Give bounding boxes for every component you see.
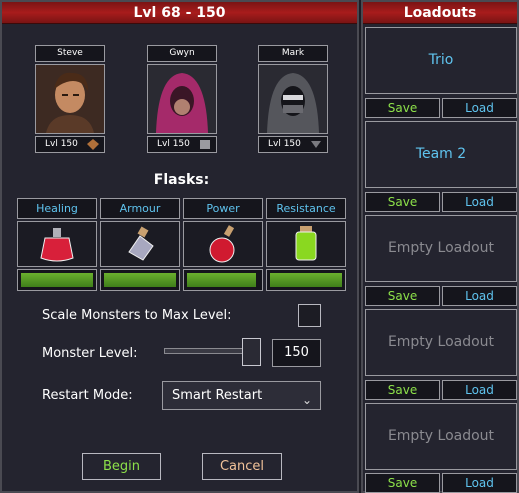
- loadout-load-button[interactable]: Load: [442, 473, 517, 493]
- character-name: Steve: [35, 45, 105, 62]
- loadout-slot[interactable]: Team 2: [365, 121, 517, 188]
- flask-name: Healing: [17, 198, 97, 219]
- silver-potion-icon: [128, 226, 154, 261]
- flask-name: Resistance: [266, 198, 346, 219]
- loadout-slot[interactable]: Empty Loadout: [365, 215, 517, 282]
- green-potion-icon: [295, 226, 317, 261]
- character-card-mark[interactable]: Mark Lvl 150: [258, 45, 328, 153]
- red-round-potion-icon: [209, 225, 235, 263]
- loadout-load-button[interactable]: Load: [442, 98, 517, 118]
- flask-charge-bar: [100, 269, 180, 291]
- monster-level-slider-handle[interactable]: [242, 338, 261, 366]
- loadout-slot[interactable]: Empty Loadout: [365, 309, 517, 376]
- character-level: Lvl 150: [147, 136, 217, 153]
- rank-emblem-icon: [311, 141, 321, 148]
- flask-armour[interactable]: Armour: [100, 198, 180, 291]
- character-portrait: [147, 64, 217, 134]
- character-card-gwyn[interactable]: Gwyn Lvl 150: [147, 45, 217, 153]
- restart-mode-label: Restart Mode:: [42, 388, 133, 403]
- flask-power[interactable]: Power: [183, 198, 263, 291]
- character-portrait: [258, 64, 328, 134]
- loadout-load-button[interactable]: Load: [442, 380, 517, 400]
- flask-name: Armour: [100, 198, 180, 219]
- red-potion-icon: [40, 228, 74, 262]
- flask-charge-bar: [266, 269, 346, 291]
- loadout-save-button[interactable]: Save: [365, 286, 440, 306]
- restart-mode-value: Smart Restart: [172, 388, 263, 403]
- rank-emblem-icon: [87, 139, 99, 150]
- begin-button[interactable]: Begin: [82, 453, 161, 480]
- flask-healing[interactable]: Healing: [17, 198, 97, 291]
- flasks-title: Flasks:: [153, 172, 210, 188]
- loadouts-title: Loadouts: [363, 2, 517, 24]
- character-level: Lvl 150: [258, 136, 328, 153]
- monster-level-label: Monster Level:: [42, 346, 138, 361]
- loadout-slot[interactable]: Trio: [365, 27, 517, 94]
- loadout-save-button[interactable]: Save: [365, 380, 440, 400]
- character-level: Lvl 150: [35, 136, 105, 153]
- scale-monsters-label: Scale Monsters to Max Level:: [42, 308, 232, 323]
- loadout-slot[interactable]: Empty Loadout: [365, 403, 517, 470]
- loadout-save-button[interactable]: Save: [365, 192, 440, 212]
- loadout-save-button[interactable]: Save: [365, 98, 440, 118]
- character-portrait: [35, 64, 105, 134]
- flask-resistance[interactable]: Resistance: [266, 198, 346, 291]
- loadout-load-button[interactable]: Load: [442, 286, 517, 306]
- flask-name: Power: [183, 198, 263, 219]
- loadout-load-button[interactable]: Load: [442, 192, 517, 212]
- cancel-button[interactable]: Cancel: [202, 453, 282, 480]
- party-setup-panel: Lvl 68 - 150 Steve Lvl 150 Gwyn Lvl 150 …: [0, 0, 359, 493]
- rank-emblem-icon: [200, 140, 210, 149]
- flask-charge-bar: [183, 269, 263, 291]
- character-name: Gwyn: [147, 45, 217, 62]
- chevron-down-icon: ⌄: [301, 393, 312, 407]
- panel-title: Lvl 68 - 150: [2, 2, 357, 24]
- restart-mode-dropdown[interactable]: Smart Restart ⌄: [162, 381, 321, 410]
- scale-monsters-checkbox[interactable]: [298, 304, 321, 327]
- monster-level-slider[interactable]: [164, 348, 252, 354]
- character-card-steve[interactable]: Steve Lvl 150: [35, 45, 105, 153]
- monster-level-value[interactable]: 150: [272, 339, 321, 367]
- character-name: Mark: [258, 45, 328, 62]
- loadout-save-button[interactable]: Save: [365, 473, 440, 493]
- flask-charge-bar: [17, 269, 97, 291]
- loadouts-panel: Loadouts Trio Save Load Team 2 Save Load…: [361, 0, 519, 493]
